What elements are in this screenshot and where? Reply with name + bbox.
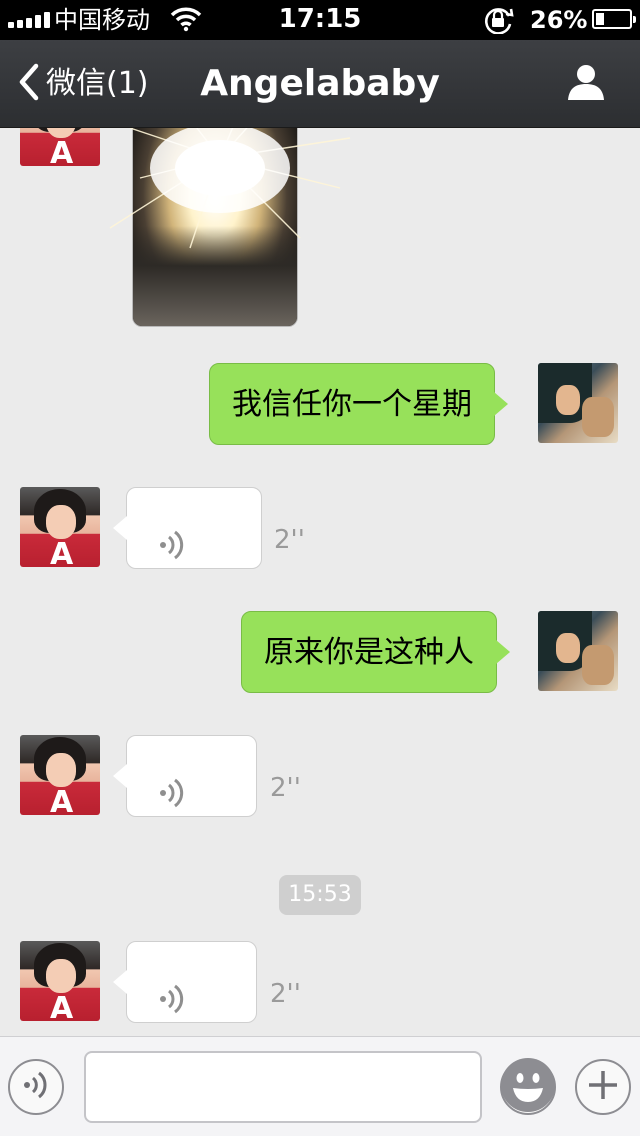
outgoing-message[interactable]: 原来你是这种人 bbox=[241, 611, 510, 693]
my-avatar[interactable] bbox=[538, 611, 618, 691]
navigation-bar: 微信(1) Angelababy bbox=[0, 40, 640, 128]
back-button[interactable]: 微信(1) bbox=[18, 62, 149, 106]
my-avatar[interactable] bbox=[538, 363, 618, 443]
message-timestamp: 15:53 bbox=[279, 875, 361, 915]
voice-wave-icon bbox=[159, 966, 187, 1036]
contact-avatar[interactable]: A bbox=[20, 487, 100, 567]
voice-message[interactable] bbox=[113, 941, 257, 1023]
voice-message[interactable] bbox=[113, 735, 257, 817]
chat-message-list[interactable]: A 我信任你一个星期 A 2'' 原来你是这种人 A 2'' 15:53 A 2… bbox=[0, 128, 640, 1036]
emoji-button[interactable] bbox=[500, 1057, 556, 1117]
voice-wave-icon bbox=[159, 512, 187, 594]
person-icon bbox=[566, 65, 606, 106]
back-label: 微信(1) bbox=[46, 66, 149, 101]
chevron-left-icon bbox=[18, 63, 40, 105]
emoji-icon bbox=[500, 1057, 556, 1117]
voice-duration: 2'' bbox=[274, 525, 305, 555]
image-message[interactable] bbox=[132, 128, 298, 327]
status-bar: 中国移动 17:15 26% bbox=[0, 0, 640, 40]
voice-message[interactable] bbox=[113, 487, 262, 569]
voice-mode-button[interactable] bbox=[8, 1059, 64, 1115]
contact-avatar[interactable]: A bbox=[20, 128, 100, 166]
more-button[interactable] bbox=[575, 1059, 631, 1115]
voice-wave-icon bbox=[159, 760, 187, 842]
outgoing-message[interactable]: 我信任你一个星期 bbox=[209, 363, 508, 445]
voice-duration: 2'' bbox=[270, 979, 301, 1009]
battery-percent: 26% bbox=[530, 6, 588, 34]
input-bar bbox=[0, 1036, 640, 1136]
message-text: 原来你是这种人 bbox=[264, 635, 474, 670]
voice-mode-icon bbox=[22, 1070, 50, 1104]
voice-duration: 2'' bbox=[270, 773, 301, 803]
contact-avatar[interactable]: A bbox=[20, 941, 100, 1021]
contact-profile-button[interactable] bbox=[566, 62, 614, 106]
battery-icon bbox=[592, 9, 636, 29]
plus-icon bbox=[586, 1068, 620, 1106]
contact-avatar[interactable]: A bbox=[20, 735, 100, 815]
rotation-lock-icon bbox=[482, 6, 516, 38]
message-text: 我信任你一个星期 bbox=[232, 387, 472, 422]
message-input[interactable] bbox=[84, 1051, 482, 1123]
